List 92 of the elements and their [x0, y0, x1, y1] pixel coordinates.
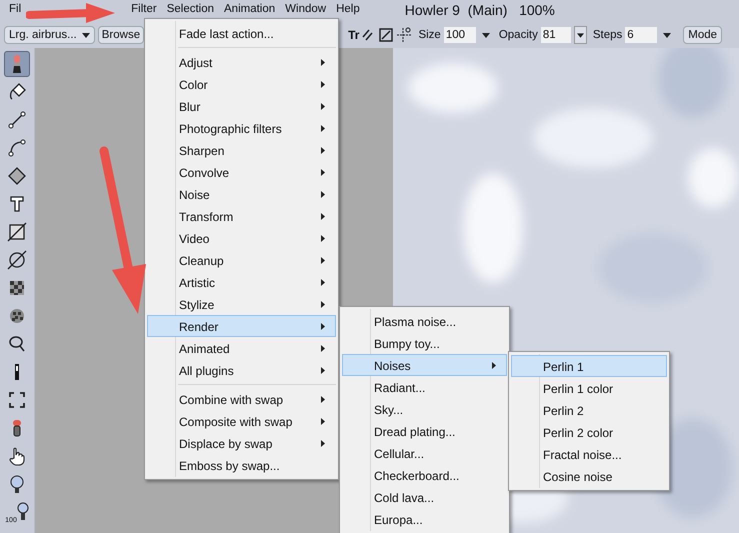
submenu-arrow-icon	[321, 396, 325, 403]
ellipse-icon	[7, 250, 27, 270]
caret-icon	[576, 32, 584, 38]
window-title: Howler 9 (Main) 100%	[404, 1, 555, 18]
submenu-arrow-icon	[321, 213, 325, 220]
grid-dots-icon[interactable]	[396, 27, 412, 43]
rectangle-icon	[7, 222, 27, 242]
opacity-field[interactable]: 81	[540, 27, 571, 43]
slider-icon	[15, 364, 19, 380]
caret-icon[interactable]	[482, 32, 490, 38]
menu-bar-item[interactable]: Filter	[126, 0, 162, 16]
menu-item[interactable]: Perlin 1	[511, 355, 667, 377]
edit-box-icon[interactable]	[379, 28, 394, 42]
menu-item[interactable]: Bumpy toy...	[342, 332, 507, 354]
menu-item[interactable]: Dread plating...	[342, 420, 507, 442]
browse-button[interactable]: Browse	[98, 26, 144, 44]
menu-item[interactable]: Cleanup	[147, 249, 336, 271]
menu-item[interactable]: Plasma noise...	[342, 310, 507, 332]
menu-item[interactable]: Perlin 2 color	[511, 421, 667, 443]
dither-icon	[7, 306, 27, 326]
brush-dropdown[interactable]: Lrg. airbrus...	[4, 26, 95, 44]
menu-bar-item[interactable]: Animation	[219, 0, 280, 16]
menu-item[interactable]: Transform	[147, 205, 336, 227]
menu-item[interactable]: Europa...	[342, 508, 507, 530]
diamond-icon	[7, 166, 27, 186]
paint-bucket-icon	[7, 82, 27, 102]
submenu-arrow-icon	[321, 367, 325, 374]
submenu-arrow-icon	[321, 103, 325, 110]
size-label: Size	[418, 29, 441, 41]
submenu-arrow-icon	[321, 81, 325, 88]
menu-item[interactable]: Fade last action...	[147, 22, 336, 44]
submenu-arrow-icon	[321, 147, 325, 154]
menu-item[interactable]: Photographic filters	[147, 117, 336, 139]
menu-item[interactable]: Sky...	[342, 398, 507, 420]
menu-bar-item[interactable]: Fil	[4, 0, 26, 16]
menu-item[interactable]: Artistic	[147, 271, 336, 293]
tool-button[interactable]	[4, 51, 30, 77]
menu-item[interactable]: Video	[147, 227, 336, 249]
menu-item[interactable]: Adjust	[147, 51, 336, 73]
menu-item[interactable]: Cellular...	[342, 442, 507, 464]
menu-bar-item[interactable]: Help	[331, 0, 365, 16]
menu-item[interactable]: Fractal noise...	[511, 443, 667, 465]
menu-item[interactable]: Noise	[147, 183, 336, 205]
submenu-arrow-icon	[321, 440, 325, 447]
magnifier-icon	[16, 502, 29, 522]
steps-label: Steps	[592, 29, 622, 41]
checkerboard-icon	[7, 278, 27, 298]
caret-icon[interactable]	[663, 32, 672, 38]
submenu-arrow-icon	[321, 418, 325, 425]
menu-item[interactable]: Render	[147, 315, 336, 337]
marquee-icon	[7, 390, 27, 410]
menu-item[interactable]: Convolve	[147, 161, 336, 183]
submenu-arrow-icon	[321, 345, 325, 352]
menu-item[interactable]: All plugins	[147, 359, 336, 381]
menu-item[interactable]: Displace by swap	[147, 432, 336, 454]
menu-item[interactable]: Stylize	[147, 293, 336, 315]
menu-item[interactable]: Cosine noise	[511, 465, 667, 487]
menu-item[interactable]: Radiant...	[342, 376, 507, 398]
menu-item[interactable]: Cold lava...	[342, 486, 507, 508]
submenu-arrow-icon	[321, 301, 325, 308]
menu-item[interactable]: Sharpen	[147, 139, 336, 161]
submenu-arrow-icon	[321, 125, 325, 132]
menu-item[interactable]: Noises	[342, 354, 507, 376]
menu-item[interactable]: Perlin 2	[511, 399, 667, 421]
menu-item[interactable]: Combine with swap	[147, 388, 336, 410]
hand-icon	[7, 446, 27, 466]
steps-field[interactable]: 6	[625, 27, 658, 43]
submenu-arrow-icon	[492, 362, 496, 369]
menu-item[interactable]: Animated	[147, 337, 336, 359]
menu-item[interactable]: Color	[147, 73, 336, 95]
submenu-arrow-icon	[321, 279, 325, 286]
line-icon	[7, 110, 27, 130]
submenu-arrow-icon	[321, 59, 325, 66]
menu-item[interactable]: Checkerboard...	[342, 464, 507, 486]
menu-item[interactable]: Blur	[147, 95, 336, 117]
menu-item[interactable]: Emboss by swap...	[147, 454, 336, 476]
menu-item[interactable]: Perlin 1 color	[511, 377, 667, 399]
submenu-arrow-icon	[321, 235, 325, 242]
submenu-arrow-icon	[321, 323, 325, 330]
text-tool-button[interactable]: Tr	[348, 28, 360, 42]
menu-bar-item[interactable]: Window	[280, 0, 332, 16]
size-field[interactable]: 100	[444, 27, 476, 43]
mode-button[interactable]: Mode	[683, 26, 722, 44]
curve-icon	[7, 138, 27, 158]
submenu-arrow-icon	[321, 257, 325, 264]
caret-icon	[82, 32, 90, 38]
opacity-label: Opacity	[498, 29, 538, 41]
submenu-arrow-icon	[321, 191, 325, 198]
submenu-arrow-icon	[321, 169, 325, 176]
menu-bar-item[interactable]: Selection	[162, 0, 220, 16]
opacity-dropdown-button[interactable]	[574, 26, 587, 44]
menu-item[interactable]: Composite with swap	[147, 410, 336, 432]
